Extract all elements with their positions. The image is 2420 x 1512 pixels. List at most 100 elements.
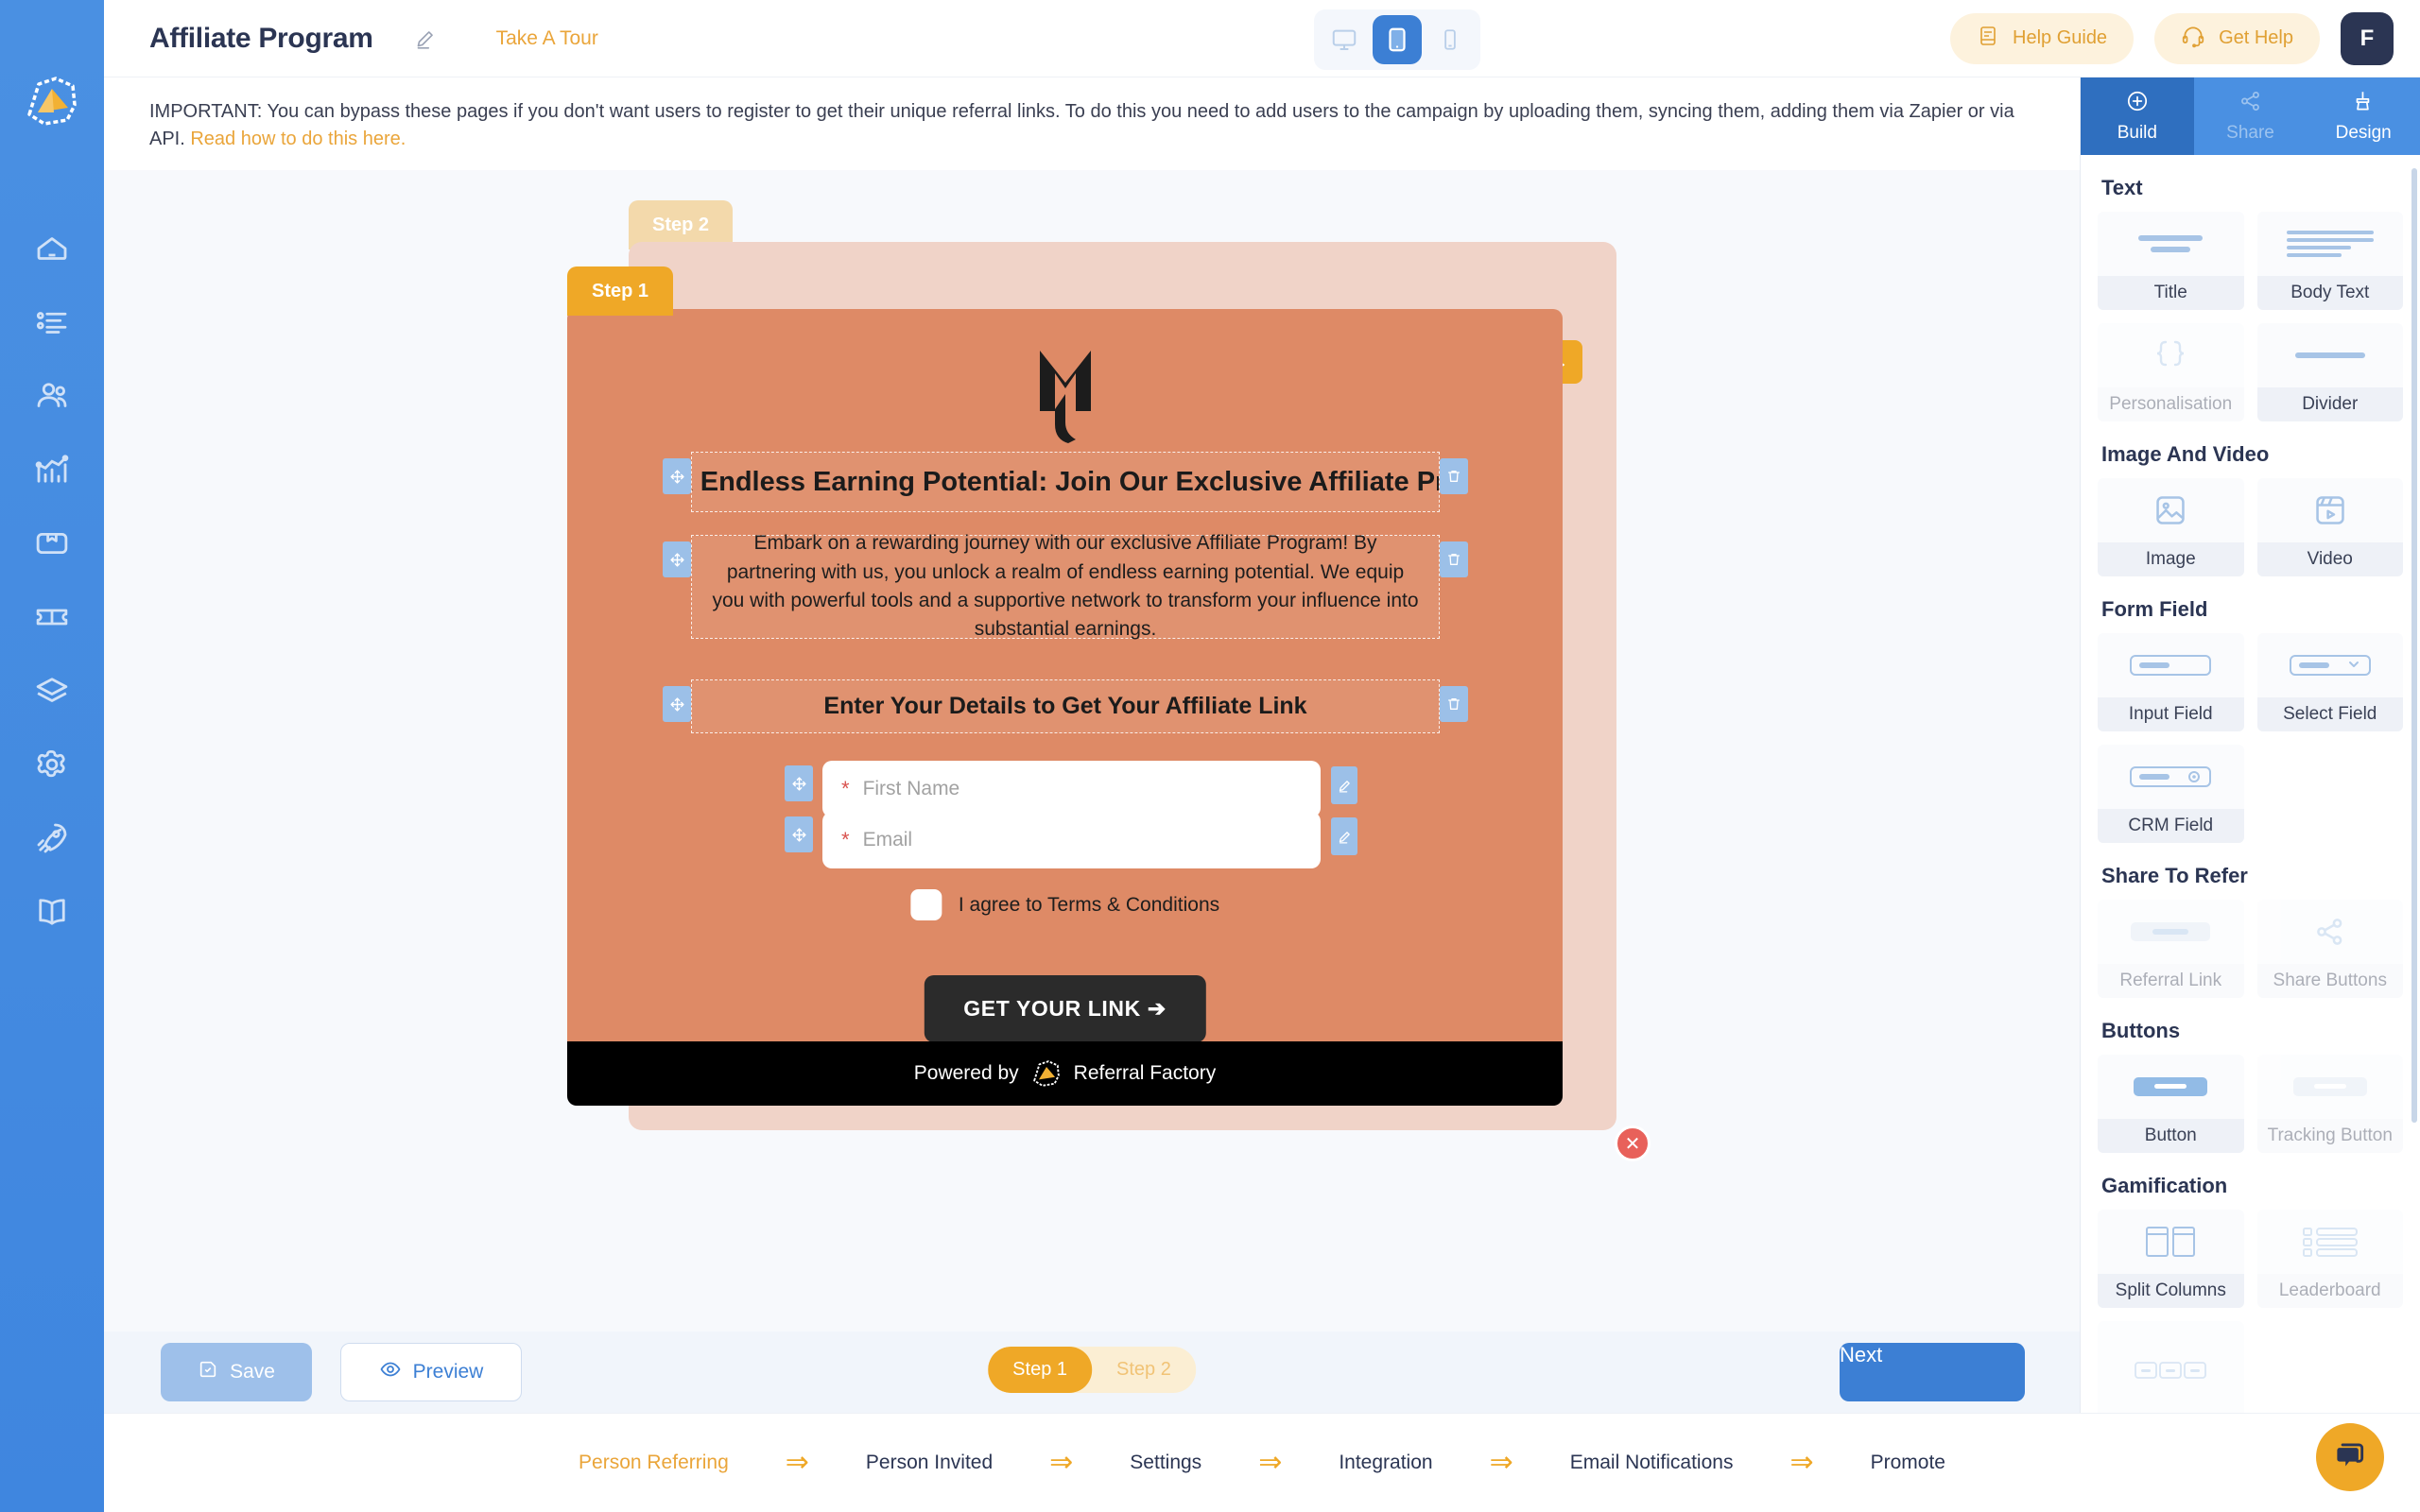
tab-share[interactable]: Share (2193, 77, 2308, 155)
first-name-field-row[interactable]: * First Name (785, 761, 1357, 817)
widget-leaderboard-label: Leaderboard (2256, 1274, 2403, 1308)
widget-grid-text: Title Body Text Personalisation Divider (2098, 212, 2403, 421)
widget-crm-field[interactable]: CRM Field (2098, 745, 2244, 843)
sidebar-item-campaigns[interactable] (12, 287, 92, 361)
take-a-tour-link[interactable]: Take A Tour (496, 27, 598, 50)
book-icon (32, 892, 72, 936)
page-title: Affiliate Program (149, 22, 373, 54)
divider-line-icon (2286, 323, 2375, 387)
nav-integration[interactable]: Integration (1339, 1452, 1432, 1474)
body-text-block[interactable]: Embark on a rewarding journey with our e… (663, 532, 1468, 640)
device-desktop-button[interactable] (1320, 15, 1369, 64)
layers-icon (32, 671, 72, 715)
chat-support-button[interactable] (2316, 1423, 2384, 1491)
widget-video[interactable]: Video (2256, 478, 2403, 576)
widget-input-field-label: Input Field (2098, 697, 2244, 731)
tab-share-label: Share (2226, 123, 2274, 143)
book-doc-icon (1977, 24, 1999, 54)
nav-person-invited[interactable]: Person Invited (866, 1452, 993, 1474)
edit-field-handle[interactable] (1331, 817, 1357, 855)
delete-handle[interactable] (1440, 686, 1468, 722)
leaderboard-list-icon (2301, 1210, 2360, 1274)
widget-body-text[interactable]: Body Text (2256, 212, 2403, 310)
sidebar-item-guide[interactable] (12, 877, 92, 951)
email-input[interactable]: * Email (822, 812, 1321, 868)
save-button[interactable]: Save (161, 1343, 312, 1401)
widget-select-field[interactable]: Select Field (2256, 633, 2403, 731)
move-handle[interactable] (663, 686, 691, 722)
widget-crm-field-label: CRM Field (2098, 809, 2244, 843)
required-marker: * (841, 777, 850, 800)
first-name-input[interactable]: * First Name (822, 761, 1321, 817)
widget-image[interactable]: Image (2098, 478, 2244, 576)
sidebar-item-settings[interactable] (12, 730, 92, 803)
get-help-button[interactable]: Get Help (2154, 12, 2320, 64)
preview-button[interactable]: Preview (340, 1343, 522, 1401)
nav-email-notifications[interactable]: Email Notifications (1570, 1452, 1734, 1474)
move-handle[interactable] (785, 816, 813, 852)
button-pill-icon (2126, 1055, 2215, 1119)
sidebar-item-analytics[interactable] (12, 435, 92, 508)
widget-partial-next[interactable] (2098, 1321, 2244, 1413)
sidebar-item-rewards[interactable] (12, 508, 92, 582)
widget-title-label: Title (2098, 276, 2244, 310)
panel-scrollbar[interactable] (2411, 168, 2417, 1123)
device-mobile-button[interactable] (1426, 15, 1475, 64)
move-handle[interactable] (663, 541, 691, 577)
headline-block[interactable]: Unlock Endless Earning Potential: Join O… (663, 452, 1468, 512)
widget-input-field[interactable]: Input Field (2098, 633, 2244, 731)
card-footer: Powered by Referral Factory (567, 1041, 1563, 1106)
email-field-row[interactable]: * Email (785, 812, 1357, 868)
referral-factory-logo-icon[interactable] (21, 70, 83, 132)
left-sidebar (0, 0, 104, 1512)
builder-action-bar: Save Preview Step 1 Step 2 Next (104, 1332, 2080, 1413)
close-icon[interactable]: ✕ (1615, 1125, 1651, 1161)
device-tablet-button[interactable] (1373, 15, 1422, 64)
step-1-card-tab[interactable]: Step 1 (567, 266, 673, 316)
widget-share-buttons[interactable]: Share Buttons (2256, 900, 2403, 998)
tab-design[interactable]: Design (2307, 77, 2420, 155)
widget-title[interactable]: Title (2098, 212, 2244, 310)
widget-split-columns[interactable]: Split Columns (2098, 1210, 2244, 1308)
save-label: Save (230, 1361, 275, 1383)
nav-person-referring[interactable]: Person Referring (579, 1452, 729, 1474)
pencil-icon[interactable] (413, 26, 438, 51)
terms-row: I agree to Terms & Conditions (909, 889, 1219, 920)
terms-checkbox[interactable] (909, 889, 942, 920)
widget-divider[interactable]: Divider (2256, 323, 2403, 421)
title-lines-icon (2126, 212, 2215, 276)
widget-tracking-button[interactable]: Tracking Button (2256, 1055, 2403, 1153)
sidebar-item-vouchers[interactable] (12, 582, 92, 656)
widget-personalisation[interactable]: Personalisation (2098, 323, 2244, 421)
get-your-link-button[interactable]: GET YOUR LINK ➔ (924, 975, 1206, 1041)
edit-field-handle[interactable] (1331, 766, 1357, 804)
step-switch-1[interactable]: Step 1 (988, 1347, 1092, 1393)
sidebar-item-home[interactable] (12, 214, 92, 287)
widget-leaderboard[interactable]: Leaderboard (2256, 1210, 2403, 1308)
sidebar-item-integrations[interactable] (12, 656, 92, 730)
next-button[interactable]: Next (1840, 1343, 2025, 1401)
notice-link[interactable]: Read how to do this here. (190, 129, 406, 149)
sidebar-item-promote[interactable] (12, 803, 92, 877)
sidebar-item-users[interactable] (12, 361, 92, 435)
nav-settings[interactable]: Settings (1130, 1452, 1201, 1474)
move-handle[interactable] (663, 458, 691, 494)
help-guide-button[interactable]: Help Guide (1950, 12, 2135, 64)
section-title-text: Text (2101, 176, 2143, 199)
video-clapper-icon (2312, 478, 2348, 542)
widget-referral-link[interactable]: Referral Link (2098, 900, 2244, 998)
delete-handle[interactable] (1440, 541, 1468, 577)
email-placeholder: Email (862, 829, 913, 850)
avatar[interactable]: F (2341, 11, 2394, 65)
move-handle[interactable] (785, 765, 813, 801)
tab-build[interactable]: Build (2081, 77, 2194, 155)
widget-video-label: Video (2256, 542, 2403, 576)
delete-handle[interactable] (1440, 458, 1468, 494)
section-title-form-field: Form Field (2101, 597, 2208, 621)
widget-body-text-label: Body Text (2256, 276, 2403, 310)
widget-split-columns-label: Split Columns (2098, 1274, 2244, 1308)
step-switch-2[interactable]: Step 2 (1092, 1347, 1196, 1393)
nav-promote[interactable]: Promote (1871, 1452, 1945, 1474)
widget-button[interactable]: Button (2098, 1055, 2244, 1153)
subheading-block[interactable]: Enter Your Details to Get Your Affiliate… (663, 679, 1468, 733)
